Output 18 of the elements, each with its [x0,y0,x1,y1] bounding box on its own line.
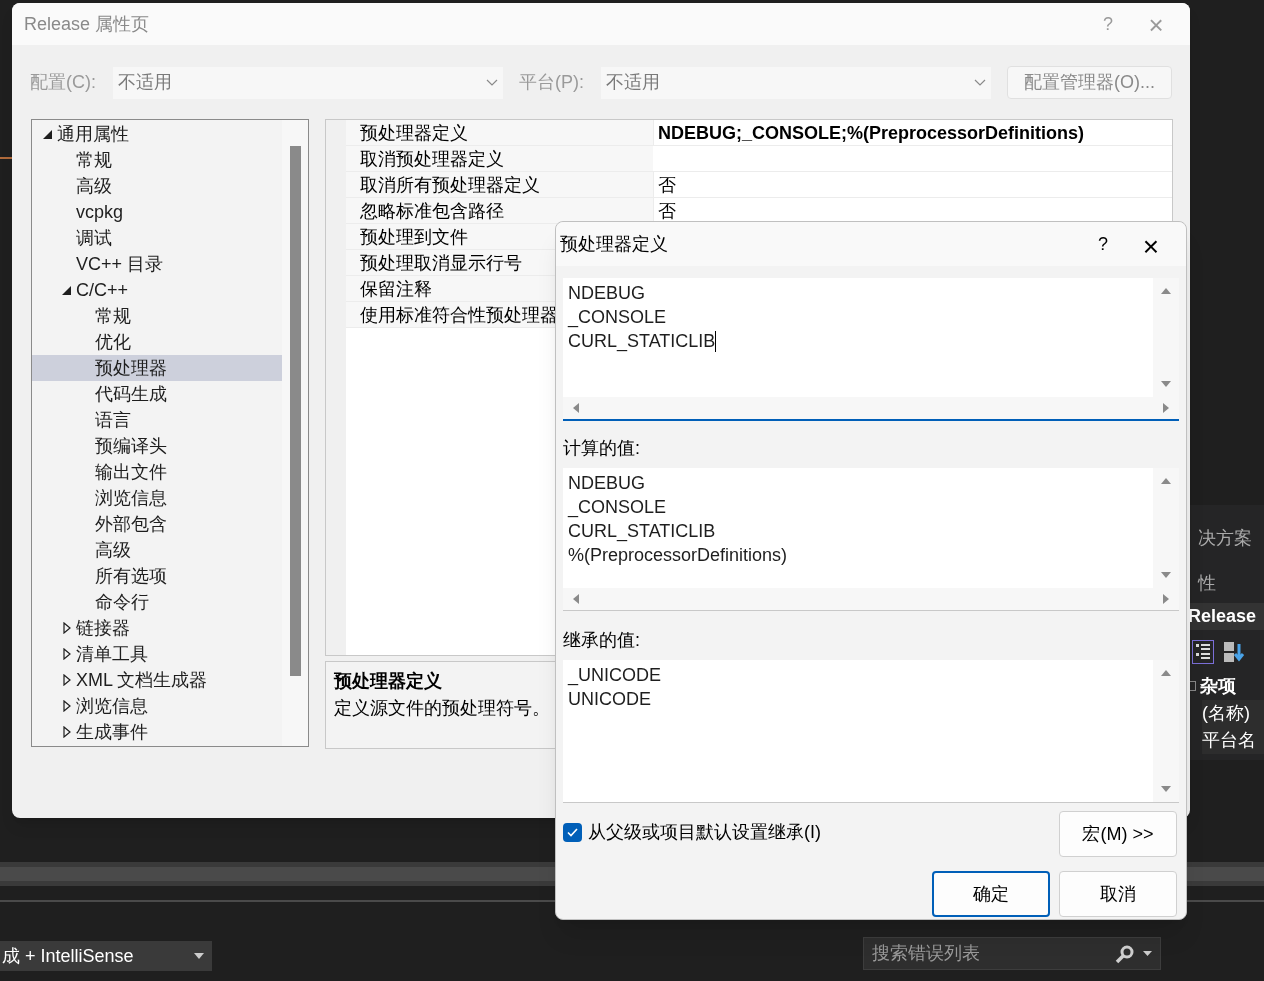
text-line: CURL_STATICLIB [568,520,716,543]
panel-title: 性 [1198,572,1216,595]
category-label: 杂项 [1200,674,1236,698]
description-text: 定义源文件的预处理符号。 [334,697,550,720]
text-line: _UNICODE [568,664,661,687]
text-line: _CONSOLE [568,496,667,519]
text-line: UNICODE [568,688,651,711]
description-title: 预处理器定义 [334,670,442,693]
window-title: Release 属性页 [24,12,150,36]
property-name: (名称) [1202,700,1264,727]
inherited-label: 继承的值: [563,629,640,652]
computed-label: 计算的值: [563,437,640,460]
field-label: 平台(P): [519,71,585,94]
text-line: %(PreprocessorDefinitions) [568,544,788,567]
text-line: CURL_STATICLIB [568,329,717,353]
text-line: NDEBUG [568,472,645,495]
field-label: 配置(C): [30,71,97,94]
property-name: 平台名 [1202,727,1264,754]
